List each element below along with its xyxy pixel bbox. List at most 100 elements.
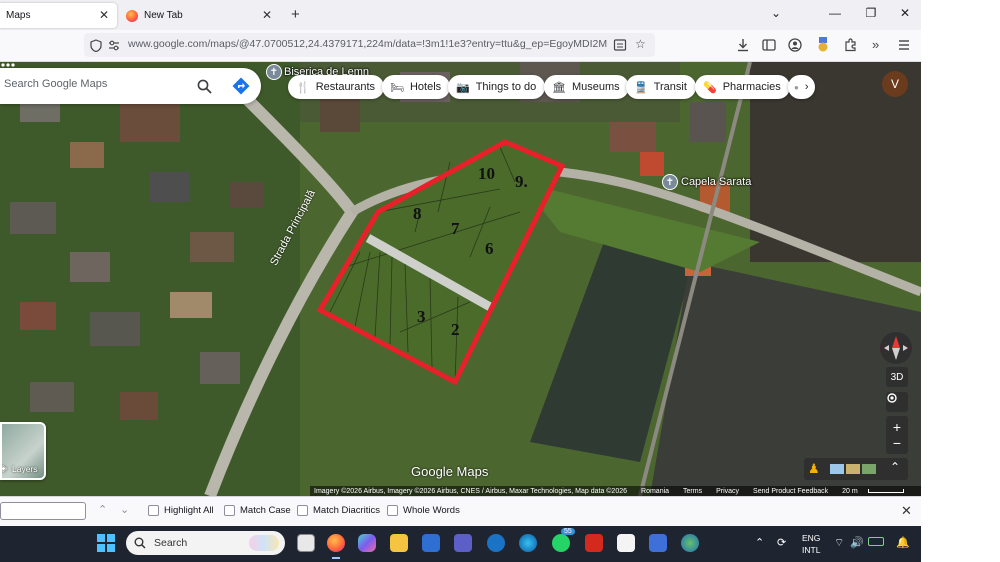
tilt-3d-button[interactable]: 3D: [886, 367, 908, 387]
tray-overflow-chevron-icon[interactable]: ⌃: [755, 536, 764, 549]
footer-link-terms[interactable]: Terms: [683, 488, 702, 495]
church-pin-icon[interactable]: ✝: [266, 64, 282, 80]
imagery-thumb-icon[interactable]: [862, 464, 876, 474]
chip-hotels[interactable]: 🛏 Hotels: [382, 75, 451, 99]
layers-button[interactable]: ◈ Layers: [0, 422, 46, 480]
extension-badge-icon[interactable]: [816, 37, 830, 53]
bookmark-star-icon[interactable]: ☆: [635, 37, 646, 51]
minimize-icon[interactable]: —: [825, 6, 845, 20]
find-option-whole-words[interactable]: Whole Words: [387, 505, 460, 516]
account-avatar[interactable]: V: [882, 71, 908, 97]
overflow-chevrons-icon[interactable]: »: [872, 37, 879, 52]
chip-transit[interactable]: 🚆 Transit: [626, 75, 696, 99]
restore-icon[interactable]: ❐: [861, 6, 881, 20]
downloads-icon[interactable]: [736, 38, 750, 52]
volume-icon[interactable]: 🔊: [850, 536, 864, 549]
shield-icon[interactable]: [90, 39, 102, 52]
mail-icon[interactable]: [487, 534, 505, 552]
url-bar[interactable]: www.google.com/maps/@47.0700512,24.43791…: [84, 33, 655, 57]
edge-icon[interactable]: [519, 534, 537, 552]
zoom-out-icon[interactable]: −: [893, 435, 901, 451]
account-icon[interactable]: [788, 38, 802, 52]
language-bottom[interactable]: INTL: [802, 545, 820, 555]
chip-pharmacies[interactable]: 💊 Pharmacies: [695, 75, 790, 99]
chip-restaurants[interactable]: 🍴 Restaurants: [288, 75, 385, 99]
close-tab-icon[interactable]: ✕: [260, 8, 274, 22]
find-previous-icon[interactable]: ⌃: [98, 503, 107, 516]
google-apps-icon[interactable]: [0, 62, 16, 78]
maps-search-input[interactable]: [4, 78, 184, 90]
sidebar-icon[interactable]: [762, 38, 776, 52]
page-permissions-icon[interactable]: [108, 40, 120, 51]
chips-next-button[interactable]: ● ›: [788, 75, 815, 99]
checkbox[interactable]: [148, 505, 159, 516]
chip-label: Restaurants: [315, 81, 376, 93]
solitaire-icon[interactable]: [617, 534, 635, 552]
search-icon[interactable]: [197, 79, 212, 94]
zoom-in-icon[interactable]: +: [893, 419, 901, 435]
close-window-icon[interactable]: ✕: [895, 6, 915, 20]
fork-knife-icon: 🍴: [296, 81, 310, 94]
place-label-chapel[interactable]: Capela Sarata: [681, 176, 751, 188]
chapel-pin-icon[interactable]: ✝: [662, 174, 678, 190]
find-option-match-case[interactable]: Match Case: [224, 505, 291, 516]
chip-things-to-do[interactable]: 📷 Things to do: [448, 75, 546, 99]
globe-app-icon[interactable]: [681, 534, 699, 552]
satellite-map[interactable]: ✝ Biserica de Lemn ✝ Capela Sarata 🍴 Res…: [0, 62, 921, 496]
microsoft-store-icon[interactable]: [422, 534, 440, 552]
attribution-text: Imagery ©2026 Airbus, Imagery ©2026 Airb…: [314, 487, 628, 495]
chip-museums[interactable]: 🏛 Museums: [544, 75, 629, 99]
battery-icon[interactable]: [868, 537, 884, 546]
list-tabs-chevron-icon[interactable]: ⌄: [766, 6, 786, 20]
satellite-imagery: [0, 62, 921, 496]
file-explorer-icon[interactable]: [390, 534, 408, 552]
imagery-thumb-icon[interactable]: [830, 464, 844, 474]
firefox-taskbar-icon[interactable]: [327, 534, 345, 552]
footer-link-feedback[interactable]: Send Product Feedback: [753, 488, 828, 495]
directions-icon[interactable]: [232, 77, 250, 95]
photos-icon[interactable]: [649, 534, 667, 552]
scale-label[interactable]: 20 m: [842, 488, 858, 495]
notification-bell-icon[interactable]: 🔔: [896, 536, 910, 549]
pegman-icon[interactable]: ♟: [808, 461, 820, 477]
find-next-icon[interactable]: ⌄: [120, 503, 129, 516]
active-app-indicator: [332, 557, 340, 559]
footer-link-privacy[interactable]: Privacy: [716, 488, 739, 495]
windows-start-icon[interactable]: [97, 534, 115, 552]
extensions-puzzle-icon[interactable]: [844, 38, 858, 52]
whatsapp-icon[interactable]: [552, 534, 570, 552]
search-highlight-icon: [249, 535, 279, 551]
teams-icon[interactable]: [454, 534, 472, 552]
close-findbar-icon[interactable]: ✕: [901, 503, 912, 519]
find-input[interactable]: [0, 502, 86, 520]
new-tab-plus-icon[interactable]: +: [291, 6, 300, 23]
tab-maps[interactable]: Maps ✕: [0, 3, 117, 28]
attribution-bar: Imagery ©2026 Airbus, Imagery ©2026 Airb…: [310, 486, 921, 496]
checkbox[interactable]: [224, 505, 235, 516]
task-view-icon[interactable]: [297, 534, 315, 552]
footer-link-country[interactable]: Romania: [641, 488, 669, 495]
wifi-icon[interactable]: ⌔: [834, 536, 844, 550]
find-option-highlight-all[interactable]: Highlight All: [148, 505, 214, 516]
find-option-match-diacritics[interactable]: Match Diacritics: [297, 505, 380, 516]
app-menu-icon[interactable]: [898, 39, 910, 51]
reader-view-icon[interactable]: [613, 38, 627, 52]
compass-control[interactable]: [880, 332, 912, 364]
acrobat-icon[interactable]: [585, 534, 603, 552]
checkbox[interactable]: [297, 505, 308, 516]
layers-stack-icon: ◈: [0, 463, 7, 473]
url-text[interactable]: www.google.com/maps/@47.0700512,24.43791…: [128, 38, 608, 50]
copilot-icon[interactable]: [358, 534, 376, 552]
taskbar-search[interactable]: Search: [126, 531, 285, 555]
checkbox[interactable]: [387, 505, 398, 516]
tab-new-tab[interactable]: New Tab ✕: [120, 3, 280, 28]
lot-number-7: 7: [451, 219, 460, 238]
tray-sync-icon[interactable]: ⟳: [777, 536, 786, 549]
windows-taskbar: Search 55 ⌃ ⟳ ENG INTL ⌔ 🔊 🔔: [0, 526, 921, 562]
imagery-thumb-icon[interactable]: [846, 464, 860, 474]
chevron-right-icon: ›: [804, 81, 809, 93]
language-top[interactable]: ENG: [802, 533, 820, 543]
my-location-button[interactable]: [886, 392, 908, 412]
expand-up-icon[interactable]: ⌃: [890, 460, 900, 474]
close-tab-icon[interactable]: ✕: [97, 8, 111, 22]
